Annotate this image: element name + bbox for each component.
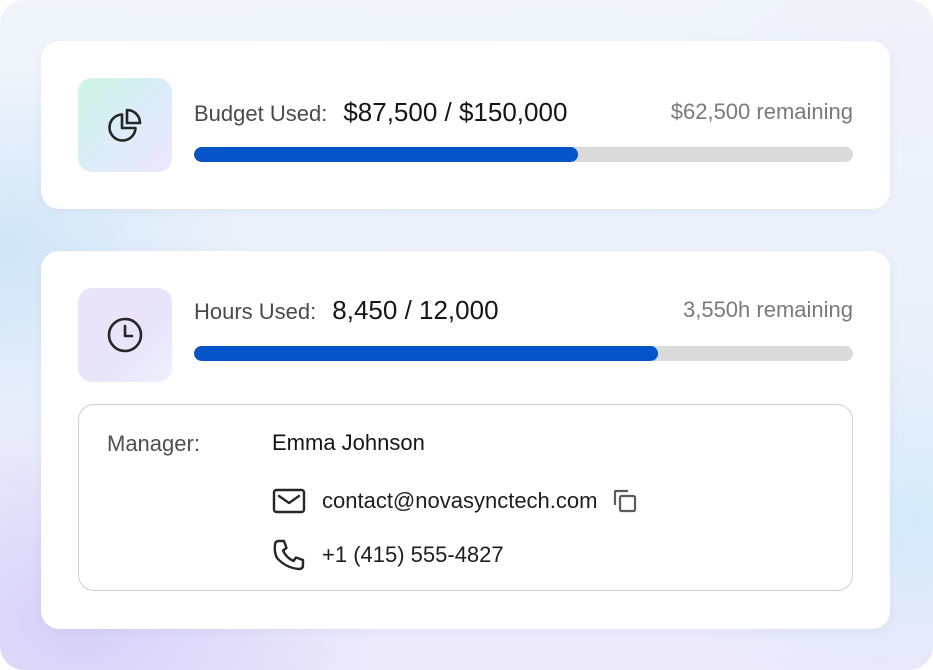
- copy-icon: [614, 489, 637, 513]
- email-row: contact@novasynctech.com: [272, 483, 641, 519]
- budget-progress-fill: [194, 147, 579, 162]
- hours-label-row: Hours Used: 8,450 / 12,000: [194, 295, 499, 326]
- hours-progress-fill: [194, 346, 659, 361]
- phone-icon: [272, 537, 308, 573]
- hours-icon-tile: [78, 288, 172, 382]
- budget-remaining: $62,500 remaining: [670, 99, 853, 124]
- mail-icon: [272, 483, 308, 519]
- manager-panel: Manager: Emma Johnson contact@novasyncte…: [78, 404, 853, 591]
- manager-label: Manager:: [107, 431, 200, 456]
- hours-card: Hours Used: 8,450 / 12,000 3,550h remain…: [41, 251, 890, 629]
- manager-email[interactable]: contact@novasynctech.com: [322, 488, 597, 514]
- copy-email-button[interactable]: [609, 485, 641, 517]
- budget-label: Budget Used:: [194, 101, 328, 126]
- manager-name: Emma Johnson: [272, 430, 425, 455]
- hours-label: Hours Used:: [194, 299, 317, 324]
- manager-phone[interactable]: +1 (415) 555-4827: [322, 542, 504, 568]
- budget-label-row: Budget Used: $87,500 / $150,000: [194, 97, 567, 128]
- clock-icon: [107, 317, 143, 353]
- budget-value: $87,500 / $150,000: [343, 97, 568, 127]
- budget-icon-tile: [78, 78, 172, 172]
- budget-progress-track: [194, 147, 853, 162]
- budget-card: Budget Used: $87,500 / $150,000 $62,500 …: [41, 41, 890, 209]
- pie-chart-icon: [108, 108, 142, 142]
- phone-row: +1 (415) 555-4827: [272, 537, 504, 573]
- hours-value: 8,450 / 12,000: [332, 295, 499, 325]
- hours-remaining: 3,550h remaining: [682, 297, 853, 322]
- hours-progress-track: [194, 346, 853, 361]
